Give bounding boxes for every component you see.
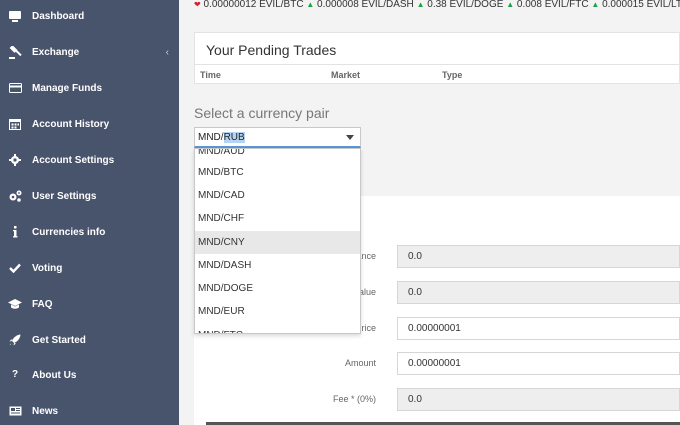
down-arrow-icon: ❤ xyxy=(194,0,201,9)
sidebar-item-account-settings[interactable]: Account Settings xyxy=(0,142,179,178)
question-icon: ? xyxy=(11,369,19,380)
price-input[interactable]: 0.00000001 xyxy=(397,317,680,340)
sidebar-item-voting[interactable]: Voting xyxy=(0,250,179,286)
fee-field: 0.0 xyxy=(397,388,680,411)
sidebar-item-manage-funds[interactable]: Manage Funds xyxy=(0,70,179,106)
sidebar-item-label: News xyxy=(32,405,59,417)
column-header-type: Type xyxy=(442,70,463,80)
sidebar-item-faq[interactable]: FAQ xyxy=(0,286,179,322)
sidebar-item-account-history[interactable]: Account History xyxy=(0,106,179,142)
ticker-item: 0.008 EVIL/FTC xyxy=(516,0,589,10)
selected-value: MND/RUB xyxy=(198,132,245,143)
ticker-item: 0.000015 EVIL/LTC xyxy=(602,0,680,10)
gear-icon xyxy=(8,153,22,167)
currency-pair-label: Select a currency pair xyxy=(194,105,330,121)
sidebar-item-exchange[interactable]: Exchange ‹ xyxy=(0,34,179,70)
ticker-item: 0.00000012 EVIL/BTC xyxy=(203,0,304,10)
sidebar-item-label: Manage Funds xyxy=(32,82,103,94)
column-header-time: Time xyxy=(200,70,221,80)
up-arrow-icon: ▲ xyxy=(416,0,425,9)
panel-title: Your Pending Trades xyxy=(206,42,337,58)
ticker-item: 0.38 EVIL/DOGE xyxy=(427,0,504,10)
sidebar-item-label: User Settings xyxy=(32,190,97,202)
amount-input[interactable]: 0.00000001 xyxy=(397,352,680,375)
credit-card-icon xyxy=(8,81,22,95)
sidebar-item-label: Dashboard xyxy=(32,10,85,22)
sidebar-item-label: FAQ xyxy=(32,298,53,310)
up-arrow-icon: ▲ xyxy=(591,0,600,9)
cogs-icon xyxy=(8,189,22,203)
currency-pair-dropdown: MND/AUD MND/BTC MND/CAD MND/CHF MND/CNY … xyxy=(194,148,361,334)
sidebar-item-label: Account Settings xyxy=(32,154,115,166)
fee-label: Fee * (0%) xyxy=(332,394,376,404)
gavel-icon xyxy=(8,45,22,59)
option-mnd-doge[interactable]: MND/DOGE xyxy=(195,277,360,300)
sidebar-item-label: Currencies info xyxy=(32,226,106,238)
column-header-market: Market xyxy=(331,70,361,80)
option-mnd-cny[interactable]: MND/CNY xyxy=(195,231,360,254)
info-icon xyxy=(8,225,22,239)
option-mnd-dash[interactable]: MND/DASH xyxy=(195,254,360,277)
pending-trades-panel: Your Pending Trades Time Market Type xyxy=(194,32,680,84)
sidebar-item-label: Exchange xyxy=(32,46,80,58)
check-icon xyxy=(8,261,22,275)
newspaper-icon xyxy=(8,404,22,418)
option-mnd-chf[interactable]: MND/CHF xyxy=(195,207,360,230)
rocket-icon xyxy=(8,333,22,347)
balance-field: 0.0 xyxy=(397,245,680,268)
ticker-item: 0.000008 EVIL/DASH xyxy=(317,0,414,10)
sidebar-item-about-us[interactable]: ? About Us xyxy=(0,357,179,393)
sidebar-item-currencies-info[interactable]: Currencies info xyxy=(0,214,179,250)
value-field: 0.0 xyxy=(397,281,680,304)
sidebar-item-label: About Us xyxy=(32,369,77,381)
option-mnd-btc[interactable]: MND/BTC xyxy=(195,161,360,184)
calendar-icon xyxy=(8,117,22,131)
caret-down-icon xyxy=(346,135,354,140)
option-mnd-cad[interactable]: MND/CAD xyxy=(195,184,360,207)
sidebar-item-get-started[interactable]: Get Started xyxy=(0,322,179,358)
sidebar-item-dashboard[interactable]: Dashboard xyxy=(0,0,179,34)
sidebar-item-label: Account History xyxy=(32,118,110,130)
sidebar-item-user-settings[interactable]: User Settings xyxy=(0,178,179,214)
table-header: Time Market Type xyxy=(195,64,679,84)
sidebar: Dashboard Exchange ‹ Manage Funds Accoun… xyxy=(0,0,179,425)
chevron-left-icon: ‹ xyxy=(165,46,169,58)
sidebar-item-label: Voting xyxy=(32,262,63,274)
graduation-cap-icon xyxy=(8,297,22,311)
up-arrow-icon: ▲ xyxy=(506,0,515,9)
sidebar-item-label: Get Started xyxy=(32,334,86,346)
price-ticker: ❤ 0.00000012 EVIL/BTC ▲ 0.000008 EVIL/DA… xyxy=(194,0,680,10)
option-mnd-eur[interactable]: MND/EUR xyxy=(195,300,360,323)
amount-label: Amount xyxy=(344,358,376,368)
dashboard-icon xyxy=(8,9,22,23)
currency-pair-select[interactable]: MND/RUB xyxy=(194,127,361,148)
up-arrow-icon: ▲ xyxy=(306,0,315,9)
sidebar-item-news[interactable]: News xyxy=(0,393,179,425)
option-mnd-ftc[interactable]: MND/FTC xyxy=(195,324,360,333)
